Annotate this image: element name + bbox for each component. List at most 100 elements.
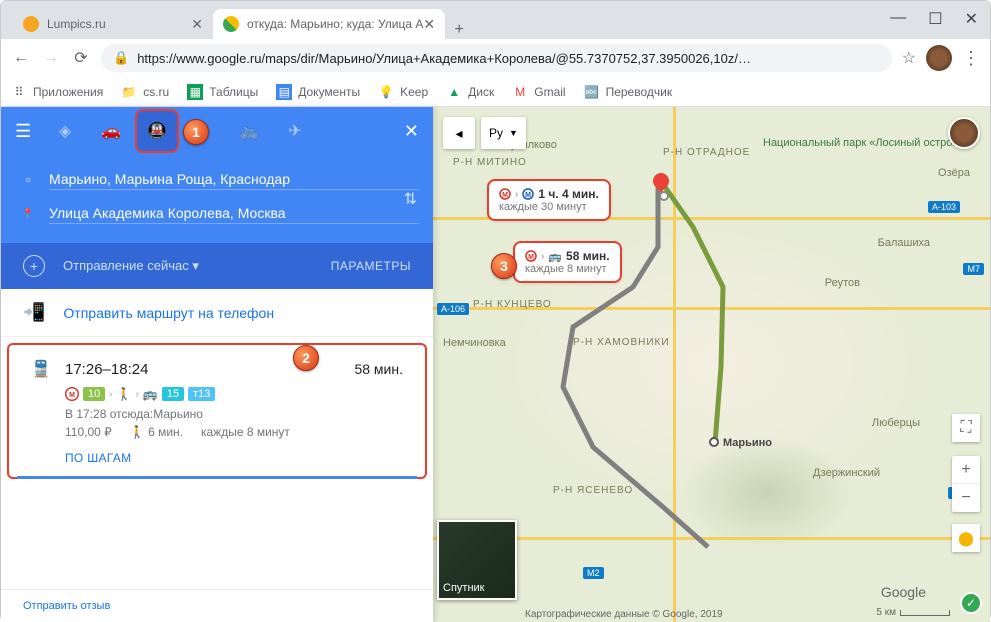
bookmarks-bar: ⠿ Приложения 📁cs.ru ▦Таблицы ▤Документы … <box>1 77 990 107</box>
satellite-toggle[interactable]: Спутник <box>437 520 517 600</box>
reload-button[interactable]: ⟳ <box>71 48 91 68</box>
streetview-button[interactable]: ⬤ <box>952 524 980 552</box>
chevron-icon: › <box>136 389 139 400</box>
route-tooltip-best[interactable]: М › 🚌 58 мин. каждые 8 минут <box>515 243 620 281</box>
route-options-button[interactable]: ПАРАМЕТРЫ <box>331 259 411 273</box>
adguard-badge-icon[interactable]: ✓ <box>960 592 982 614</box>
maximize-button[interactable]: ☐ <box>928 9 942 29</box>
keep-icon: 💡 <box>378 84 394 100</box>
drive-icon: ▲ <box>446 84 462 100</box>
bookmark-item[interactable]: MGmail <box>512 84 565 100</box>
sheets-icon: ▦ <box>187 84 203 100</box>
apps-button[interactable]: ⠿ Приложения <box>11 84 103 100</box>
feedback-link[interactable]: Отправить отзыв <box>1 589 433 622</box>
map-label: Р-Н ХАМОВНИКИ <box>573 337 670 348</box>
apps-label: Приложения <box>33 85 103 99</box>
close-directions-button[interactable]: ✕ <box>404 121 419 142</box>
minimize-button[interactable]: — <box>890 9 906 29</box>
browser-toolbar: ← → ⟳ 🔒 https://www.google.ru/maps/dir/М… <box>1 39 990 77</box>
mode-bike-button[interactable]: 🚲 <box>229 111 269 151</box>
tab-close-button[interactable]: ✕ <box>191 16 203 33</box>
new-tab-button[interactable]: + <box>445 21 473 39</box>
mode-best-button[interactable]: ◈ <box>45 111 85 151</box>
browser-menu-button[interactable]: ⋮ <box>962 48 980 69</box>
svg-text:М: М <box>502 192 508 199</box>
google-logo: Google <box>881 584 926 600</box>
svg-text:М: М <box>69 392 75 399</box>
step-by-step-link[interactable]: ПО ШАГАМ <box>65 451 131 465</box>
route-frequency-label: каждые 8 минут <box>525 263 610 275</box>
bookmark-item[interactable]: ▦Таблицы <box>187 84 258 100</box>
fullscreen-button[interactable]: ⛶ <box>952 414 980 442</box>
tab-title: откуда: Марьино; куда: Улица А <box>247 17 423 31</box>
map-label: Дзержинский <box>813 467 880 479</box>
tab-close-button[interactable]: ✕ <box>423 16 435 33</box>
window-controls: — ☐ ✕ <box>890 9 978 29</box>
bookmark-item[interactable]: ▲Диск <box>446 84 494 100</box>
chevron-icon: › <box>109 389 112 400</box>
route-header: 🚆 17:26–18:24 58 мин. <box>31 359 403 379</box>
language-label: Ру <box>489 126 503 140</box>
line-chip: 15 <box>162 387 184 401</box>
zoom-out-button[interactable]: − <box>952 484 980 512</box>
menu-button[interactable]: ☰ <box>15 121 39 142</box>
gmail-icon: M <box>512 84 528 100</box>
route-duration-label: 58 мин. <box>566 249 610 263</box>
bookmark-item[interactable]: ▤Документы <box>276 84 360 100</box>
url-text: https://www.google.ru/maps/dir/Марьино/У… <box>137 51 751 66</box>
map-top-controls: ◂ Ру ▼ <box>443 117 526 149</box>
destination-row: 📍 <box>21 197 419 231</box>
send-to-phone-row[interactable]: 📲 Отправить маршрут на телефон <box>1 289 433 337</box>
bookmark-item[interactable]: 💡Keep <box>378 84 428 100</box>
chevron-down-icon: ▼ <box>509 128 518 138</box>
bookmark-item[interactable]: 🔤Переводчик <box>584 84 673 100</box>
mode-transit-button[interactable]: 🚇 <box>137 111 177 151</box>
travel-mode-row: ☰ ◈ 🚗 🚇 🚶 🚲 ✈ ✕ <box>1 107 433 155</box>
satellite-label: Спутник <box>443 582 484 594</box>
favicon-icon <box>23 16 39 32</box>
browser-tab[interactable]: Lumpics.ru ✕ <box>13 9 213 39</box>
road-line <box>673 107 676 622</box>
selected-route-indicator <box>17 476 417 479</box>
bookmark-item[interactable]: 📁cs.ru <box>121 84 169 100</box>
swap-button[interactable]: ⇅ <box>404 189 417 209</box>
chevron-icon: › <box>541 251 544 262</box>
browser-tab-active[interactable]: откуда: Марьино; куда: Улица А ✕ <box>213 9 445 39</box>
address-bar[interactable]: 🔒 https://www.google.ru/maps/dir/Марьино… <box>101 44 892 72</box>
profile-avatar[interactable] <box>926 45 952 71</box>
mode-plane-button[interactable]: ✈ <box>275 111 315 151</box>
annotation-badge-3: 3 <box>491 253 517 279</box>
line-chip: 10 <box>83 387 105 401</box>
map-label: Балашиха <box>878 237 930 249</box>
train-icon: 🚆 <box>31 359 49 379</box>
origin-marker-icon: ○ <box>21 175 35 186</box>
scale-label: 5 км <box>876 607 896 618</box>
origin-input[interactable] <box>49 171 419 190</box>
bookmark-star-button[interactable]: ☆ <box>902 48 916 68</box>
highway-badge: А-106 <box>437 303 469 315</box>
route-frequency: каждые 8 минут <box>201 425 290 439</box>
destination-input[interactable] <box>49 205 419 224</box>
map-scale: 5 км <box>876 607 950 618</box>
zoom-in-button[interactable]: + <box>952 456 980 484</box>
annotation-badge-1: 1 <box>183 119 209 145</box>
waypoint-pin-icon <box>659 191 669 201</box>
departure-label[interactable]: Отправление сейчас ▾ <box>63 258 199 274</box>
close-window-button[interactable]: ✕ <box>965 9 978 29</box>
map-profile-avatar[interactable] <box>948 117 980 149</box>
route-tooltip-alt[interactable]: М › М 1 ч. 4 мин. каждые 30 минут <box>489 181 609 219</box>
map-label: Р-Н ОТРАДНОЕ <box>663 147 750 158</box>
language-selector[interactable]: Ру ▼ <box>481 117 526 149</box>
departure-row: + Отправление сейчас ▾ ПАРАМЕТРЫ <box>1 243 433 289</box>
route-card[interactable]: 🚆 17:26–18:24 58 мин. М 10 › 🚶 › 🚌 15 т1… <box>7 343 427 479</box>
map-label: Немчиновка <box>443 337 506 349</box>
map-canvas[interactable]: Химки Р-Н МИТИНО Путилково Р-Н ОТРАДНОЕ … <box>433 107 990 622</box>
add-stop-button[interactable]: + <box>23 255 45 277</box>
mode-car-button[interactable]: 🚗 <box>91 111 131 151</box>
collapse-sidebar-button[interactable]: ◂ <box>443 117 475 149</box>
forward-button[interactable]: → <box>41 49 61 67</box>
map-label: Марьино <box>723 437 772 449</box>
back-button[interactable]: ← <box>11 49 31 67</box>
lock-icon: 🔒 <box>113 50 129 66</box>
browser-tabstrip: Lumpics.ru ✕ откуда: Марьино; куда: Улиц… <box>1 1 990 39</box>
